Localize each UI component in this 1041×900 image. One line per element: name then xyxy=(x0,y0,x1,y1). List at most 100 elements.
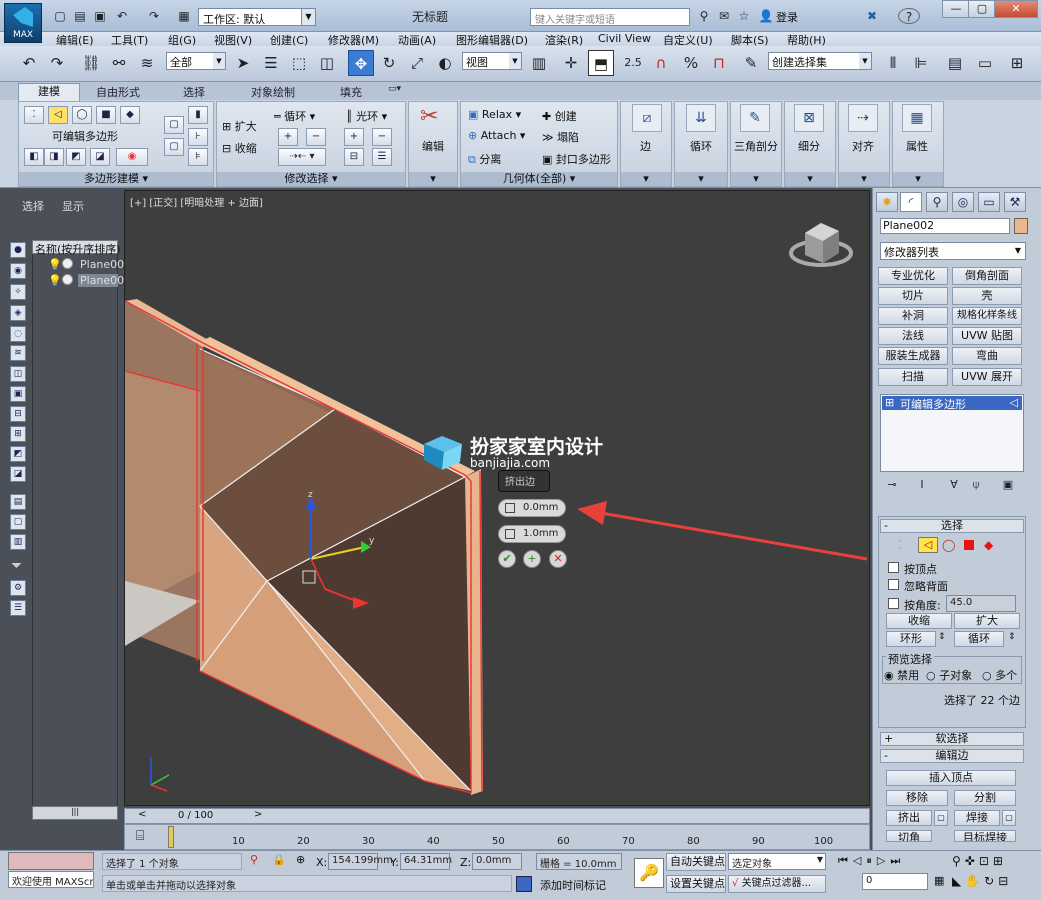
edit-button[interactable]: 编辑 xyxy=(422,138,444,154)
snap-toggle-icon[interactable]: 2.5 xyxy=(620,50,646,76)
help-button[interactable]: ? xyxy=(898,8,920,24)
edit-panel-footer[interactable]: ▾ xyxy=(409,172,457,186)
modifier-button[interactable]: UVW 贴图 xyxy=(952,327,1022,345)
use-soft-icon[interactable]: ◩ xyxy=(66,148,86,166)
ring-mode-icon[interactable]: ⊟ xyxy=(344,148,364,166)
modifier-button[interactable]: 规格化样条线 xyxy=(952,307,1022,325)
grow-button[interactable]: 扩大 xyxy=(954,613,1020,629)
make-unique-icon[interactable]: ∀ xyxy=(944,478,964,494)
z-coordinate-field[interactable]: 0.0mm xyxy=(472,853,522,870)
hidden-filter-icon[interactable]: ◪ xyxy=(10,466,26,482)
border-mode-icon[interactable]: ◯ xyxy=(72,106,92,124)
vertex-select-icon[interactable]: ⁚ xyxy=(898,538,902,552)
preview-icon[interactable]: ◨ xyxy=(44,148,64,166)
preview-subobject-radio[interactable]: ○ 子对象 xyxy=(926,667,972,683)
mini-curve-icon[interactable]: ⌸ xyxy=(136,828,144,844)
modifier-stack-icon[interactable]: ◧ xyxy=(24,148,44,166)
named-selection-dropdown[interactable]: 创建选择集 ▼ xyxy=(768,52,872,70)
modifier-button[interactable]: UVW 展开 xyxy=(952,368,1022,386)
spacewarps-filter-icon[interactable]: ≋ xyxy=(10,345,26,361)
polygon-mode-icon[interactable]: ■ xyxy=(96,106,116,124)
y-coordinate-field[interactable]: 64.31mm xyxy=(400,853,452,870)
rollout-edit-edges-header[interactable]: - 编辑边 xyxy=(880,749,1024,763)
edge-panel-footer[interactable]: ▾ xyxy=(621,172,671,186)
by-angle-checkbox[interactable] xyxy=(888,598,899,609)
remove-modifier-icon[interactable]: ⍦ xyxy=(966,478,986,494)
app-logo-button[interactable]: MAX xyxy=(4,3,42,43)
target-weld-button[interactable]: 目标焊接 xyxy=(954,830,1016,842)
modifier-button[interactable]: 补洞 xyxy=(878,307,948,325)
time-prev-icon[interactable]: < xyxy=(138,809,146,820)
modifier-button[interactable]: 扫描 xyxy=(878,368,948,386)
isolate-icon[interactable]: ⚲ xyxy=(250,853,258,866)
edge-select-icon[interactable]: ◁ xyxy=(918,537,938,553)
layer-explorer-icon[interactable]: ☰ xyxy=(10,600,26,616)
maxscript-listener-pink[interactable] xyxy=(8,852,94,870)
sphere-filter-icon[interactable]: ● xyxy=(10,242,26,258)
ribbon-options-icon[interactable]: ▭▾ xyxy=(388,84,401,94)
none-filter-icon[interactable]: ▢ xyxy=(10,514,26,530)
modifier-button[interactable]: 服装生成器 xyxy=(878,347,948,365)
undo-icon[interactable]: ↶ xyxy=(16,50,42,76)
weld-settings-icon[interactable]: ▢ xyxy=(1002,810,1016,826)
key-filters-button[interactable]: √ 关键点过滤器... xyxy=(728,875,826,893)
helpers-filter-icon[interactable]: ◌ xyxy=(10,326,26,342)
ring-shrink-icon[interactable]: − xyxy=(372,128,392,146)
cap-poly-button[interactable]: ▣ 封口多边形 xyxy=(542,151,611,167)
window-crossing-icon[interactable]: ◫ xyxy=(314,50,340,76)
xrefs-filter-icon[interactable]: ▣ xyxy=(10,386,26,402)
invert-filter-icon[interactable]: ▥ xyxy=(10,534,26,550)
collapse-stack-icon[interactable]: ◉ xyxy=(116,148,148,166)
render-toggle-icon[interactable] xyxy=(62,258,73,269)
extrude-button[interactable]: 挤出 xyxy=(886,810,932,826)
relax-button[interactable]: ▣ Relax ▾ xyxy=(468,108,521,121)
time-next-icon[interactable]: > xyxy=(254,809,262,820)
caddy-apply-button[interactable]: + xyxy=(523,550,541,568)
select-object-icon[interactable]: ➤ xyxy=(230,50,256,76)
star-icon[interactable]: ☆ xyxy=(736,8,752,24)
viewport-label[interactable]: [+] [正交] [明暗处理 + 边面] xyxy=(130,194,263,209)
grow-button[interactable]: ⊞ 扩大 xyxy=(222,118,257,134)
hierarchy-tab-icon[interactable]: ⚲ xyxy=(926,192,948,212)
utilities-tab-icon[interactable]: ⚒ xyxy=(1004,192,1026,212)
vertex-mode-icon[interactable]: ⁚ xyxy=(24,106,44,124)
rollout-soft-selection-header[interactable]: + 软选择 xyxy=(880,732,1024,746)
make-unique-icon[interactable]: ⊦ xyxy=(188,128,208,146)
bones-filter-icon[interactable]: ⊟ xyxy=(10,406,26,422)
edge-button[interactable]: 边 xyxy=(640,138,651,154)
viewport-nav-top[interactable]: ⚲✜⊡⊞ xyxy=(952,854,1007,868)
by-angle-spinner[interactable]: 45.0 xyxy=(946,595,1016,612)
set-key-mode-icon[interactable]: 🔑 xyxy=(634,858,664,888)
motion-tab-icon[interactable]: ◎ xyxy=(952,192,974,212)
by-vertex-checkbox[interactable] xyxy=(888,562,899,573)
current-frame-field[interactable]: 0 xyxy=(862,873,928,890)
minimize-button[interactable]: — xyxy=(942,0,970,18)
caddy-width-field[interactable]: 1.0mm xyxy=(498,525,566,543)
groups-filter-icon[interactable]: ◫ xyxy=(10,366,26,382)
rollout-selection-header[interactable]: - 选择 xyxy=(880,519,1024,533)
redo-icon[interactable]: ↷ xyxy=(146,8,162,24)
modify-selection-footer[interactable]: 修改选择 ▾ xyxy=(217,172,405,186)
create-button[interactable]: ✚ 创建 xyxy=(542,108,577,124)
workspace-dropdown[interactable]: 工作区: 默认 ▼ xyxy=(198,8,316,26)
percent-snap-icon[interactable]: % xyxy=(678,50,704,76)
layer-manager-icon[interactable]: ▤ xyxy=(942,50,968,76)
communication-icon[interactable]: ✉ xyxy=(716,8,732,24)
auto-key-button[interactable]: 自动关键点 xyxy=(666,853,726,871)
ring-spinner-icon[interactable]: ⇕ xyxy=(938,632,946,642)
search-input[interactable]: 键入关键字或短语 xyxy=(530,8,690,26)
bind-space-warp-icon[interactable]: ≋ xyxy=(134,50,160,76)
remove-modifier-icon[interactable]: ⊧ xyxy=(188,148,208,166)
tab-modeling[interactable]: 建模 xyxy=(18,83,80,101)
modifier-button[interactable]: 切片 xyxy=(878,287,948,305)
loop-shrink-icon[interactable]: − xyxy=(306,128,326,146)
expand-icon[interactable]: ⊞ xyxy=(885,396,894,409)
scene-explorer-header[interactable]: 名称(按升序排序) xyxy=(32,240,121,256)
modify-tab-icon[interactable]: ◜ xyxy=(900,192,922,212)
chamfer-button[interactable]: 切角 xyxy=(886,830,932,842)
polygon-modeling-footer[interactable]: 多边形建模 ▾ xyxy=(19,172,213,186)
align-button[interactable]: 对齐 xyxy=(852,138,874,154)
link-icon[interactable]: ⛓ xyxy=(78,50,104,76)
create-tab-icon[interactable]: ✸ xyxy=(876,192,898,212)
object-name-field[interactable]: Plane002 xyxy=(880,218,1010,234)
